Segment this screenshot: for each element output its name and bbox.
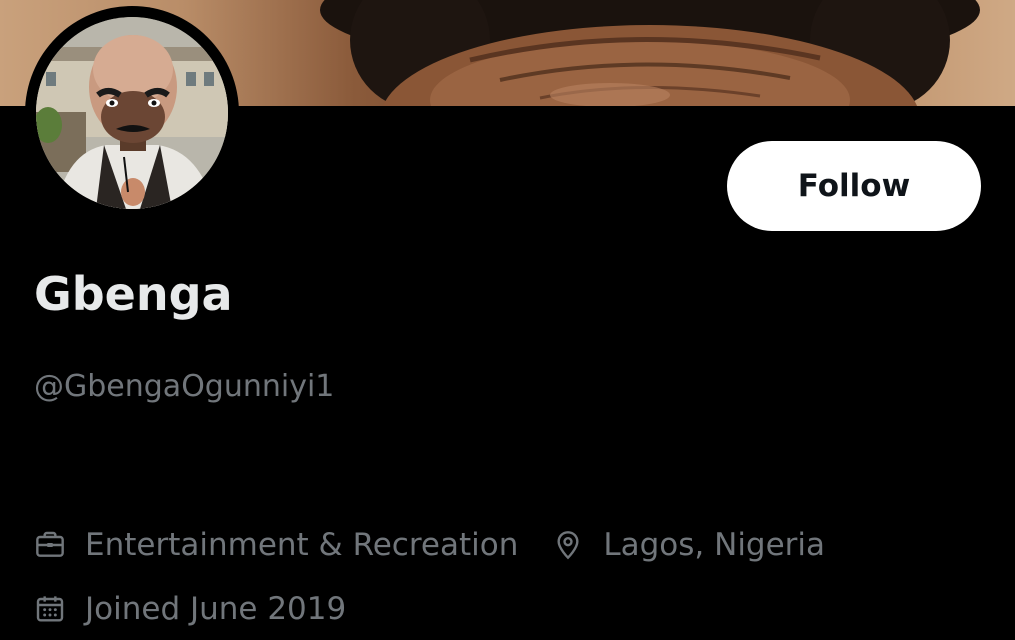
avatar-image: [36, 17, 228, 209]
profile-joined-row: Joined June 2019: [34, 586, 346, 632]
follow-button[interactable]: Follow: [727, 141, 981, 231]
location-pin-icon: [557, 531, 579, 560]
profile-category: Entertainment & Recreation: [34, 527, 518, 563]
user-handle: @GbengaOgunniyi1: [34, 369, 335, 404]
display-name: Gbenga: [34, 267, 233, 321]
avatar[interactable]: [25, 6, 239, 220]
profile-page: Follow Gbenga @GbengaOgunniyi1 Entertain…: [0, 0, 1015, 640]
briefcase-icon: [36, 531, 64, 557]
profile-meta-row: Entertainment & Recreation Lagos, Nigeri…: [34, 522, 825, 568]
joined-label: Joined June 2019: [85, 591, 347, 627]
category-label: Entertainment & Recreation: [85, 527, 519, 563]
location-label: Lagos, Nigeria: [603, 527, 826, 563]
calendar-icon: [36, 596, 64, 622]
profile-location: Lagos, Nigeria: [552, 527, 825, 563]
profile-joined: Joined June 2019: [34, 591, 346, 627]
